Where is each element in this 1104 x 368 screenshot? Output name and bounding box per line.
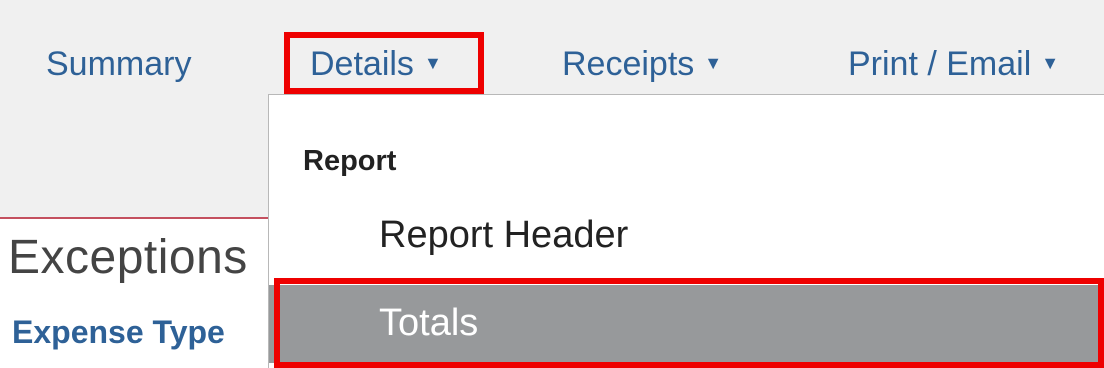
nav-details-label: Details bbox=[310, 45, 414, 83]
expense-type-column-header[interactable]: Expense Type bbox=[12, 312, 225, 352]
caret-down-icon: ▼ bbox=[1041, 53, 1060, 74]
details-dropdown-menu: Report Report Header Totals bbox=[268, 94, 1104, 368]
caret-down-icon: ▼ bbox=[423, 53, 442, 74]
nav-summary-tab[interactable]: Summary bbox=[46, 44, 191, 84]
nav-print-email-dropdown[interactable]: Print / Email ▼ bbox=[848, 44, 1059, 86]
exceptions-heading: Exceptions bbox=[8, 231, 248, 284]
nav-print-email-label: Print / Email bbox=[848, 45, 1032, 83]
content-divider bbox=[0, 217, 280, 219]
nav-receipts-dropdown[interactable]: Receipts ▼ bbox=[562, 44, 722, 86]
menu-item-report-header[interactable]: Report Header bbox=[269, 207, 1103, 263]
report-nav-bar: Summary Details ▼ Receipts ▼ Print / Email… bbox=[0, 0, 1104, 96]
menu-item-totals[interactable]: Totals bbox=[269, 285, 1103, 363]
caret-down-icon: ▼ bbox=[704, 53, 723, 74]
menu-section-report-heading: Report bbox=[303, 145, 397, 177]
nav-details-dropdown[interactable]: Details ▼ bbox=[310, 44, 442, 86]
menu-item-label: Totals bbox=[379, 302, 479, 344]
nav-receipts-label: Receipts bbox=[562, 45, 695, 83]
nav-summary-label: Summary bbox=[46, 45, 192, 83]
menu-item-label: Report Header bbox=[379, 214, 629, 256]
